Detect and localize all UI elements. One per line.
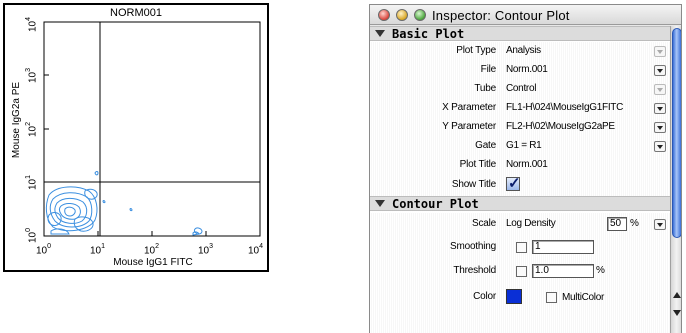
threshold-label: Threshold bbox=[453, 265, 496, 276]
x-parameter-popup[interactable] bbox=[654, 103, 666, 114]
plot-area bbox=[43, 21, 261, 237]
threshold-field[interactable]: 1.0 bbox=[532, 264, 594, 278]
row-y-parameter: Y Parameter FL2-H\02\MouseIgG2aPE bbox=[370, 118, 670, 137]
tube-label: Tube bbox=[474, 83, 496, 94]
x-tick-label-4: 104 bbox=[248, 243, 264, 257]
plot-title-label: Plot Title bbox=[459, 159, 497, 170]
smoothing-checkbox[interactable] bbox=[516, 242, 527, 253]
y-tick-label-1: 101 bbox=[25, 174, 39, 190]
row-show-title: Show Title ✓ bbox=[370, 175, 670, 196]
row-scale: Scale Log Density 50 % bbox=[370, 213, 670, 235]
minimize-window-button[interactable] bbox=[396, 9, 408, 21]
y-tick-label-3: 103 bbox=[25, 67, 39, 83]
scrollbar-thumb[interactable] bbox=[672, 28, 681, 238]
x-tick-label-3: 103 bbox=[198, 243, 214, 257]
section-basic-plot[interactable]: Basic Plot bbox=[370, 26, 670, 41]
disclosure-triangle-icon[interactable] bbox=[375, 30, 385, 37]
x-parameter-label: X Parameter bbox=[442, 102, 496, 113]
y-parameter-popup[interactable] bbox=[654, 122, 666, 133]
multicolor-label: MultiColor bbox=[562, 292, 605, 303]
x-axis-ticks bbox=[43, 231, 261, 236]
row-tube: Tube Control bbox=[370, 80, 670, 99]
contour-lines bbox=[45, 171, 203, 236]
scale-percent-sign: % bbox=[630, 218, 639, 229]
inspector-content: Basic Plot Plot Type Analysis File Norm.… bbox=[370, 26, 670, 333]
x-tick-label-1: 101 bbox=[90, 243, 106, 257]
plot-title-value[interactable]: Norm.001 bbox=[506, 159, 548, 170]
inspector-window: Inspector: Contour Plot Basic Plot Plot … bbox=[369, 4, 682, 333]
plot-axes-box bbox=[43, 21, 261, 237]
x-parameter-value: FL1-H\024\MouseIgG1FITC bbox=[506, 102, 624, 113]
checkmark-icon: ✓ bbox=[508, 175, 521, 192]
window-title: Inspector: Contour Plot bbox=[432, 8, 570, 23]
smoothing-label: Smoothing bbox=[449, 241, 496, 252]
plot-type-value: Analysis bbox=[506, 45, 541, 56]
threshold-percent-sign: % bbox=[596, 265, 605, 276]
show-title-label: Show Title bbox=[451, 179, 496, 190]
scroll-up-arrow-icon[interactable] bbox=[673, 292, 681, 298]
y-parameter-value: FL2-H\02\MouseIgG2aPE bbox=[506, 121, 615, 132]
plot-type-popup[interactable] bbox=[654, 46, 666, 57]
inspector-scrollbar[interactable] bbox=[670, 26, 681, 333]
file-popup[interactable] bbox=[654, 65, 666, 76]
plot-type-label: Plot Type bbox=[456, 45, 496, 56]
tube-value: Control bbox=[506, 83, 537, 94]
row-plot-type: Plot Type Analysis bbox=[370, 42, 670, 61]
row-color: Color MultiColor bbox=[370, 284, 670, 310]
scale-label: Scale bbox=[471, 218, 496, 229]
y-tick-label-4: 104 bbox=[25, 16, 39, 32]
threshold-checkbox[interactable] bbox=[516, 266, 527, 277]
scale-value: Log Density bbox=[506, 218, 556, 229]
row-threshold: Threshold 1.0 % bbox=[370, 260, 670, 284]
y-tick-label-0: 100 bbox=[25, 227, 39, 243]
scale-percent-field[interactable]: 50 bbox=[607, 217, 627, 231]
y-tick-label-2: 102 bbox=[25, 121, 39, 137]
gate-label: Gate bbox=[475, 140, 496, 151]
section-contour-plot[interactable]: Contour Plot bbox=[370, 196, 670, 211]
color-swatch[interactable] bbox=[506, 289, 522, 304]
file-label: File bbox=[480, 64, 497, 75]
show-title-checkbox[interactable]: ✓ bbox=[506, 175, 521, 192]
row-x-parameter: X Parameter FL1-H\024\MouseIgG1FITC bbox=[370, 99, 670, 118]
gate-value: G1 = R1 bbox=[506, 140, 542, 151]
row-file: File Norm.001 bbox=[370, 61, 670, 80]
row-gate: Gate G1 = R1 bbox=[370, 137, 670, 156]
x-tick-label-2: 102 bbox=[144, 243, 160, 257]
color-label: Color bbox=[473, 291, 496, 302]
scroll-down-arrow-icon[interactable] bbox=[673, 310, 681, 316]
disclosure-triangle-icon[interactable] bbox=[375, 200, 385, 207]
gate-popup[interactable] bbox=[654, 141, 666, 152]
row-smoothing: Smoothing 1 bbox=[370, 235, 670, 260]
contour-plot-panel: NORM001 Mouse IgG2a PE Mouse IgG1 FITC 1… bbox=[3, 3, 269, 272]
row-empty bbox=[370, 310, 670, 333]
section-contour-plot-label: Contour Plot bbox=[392, 197, 479, 211]
inspector-titlebar[interactable]: Inspector: Contour Plot bbox=[370, 5, 681, 25]
row-plot-title: Plot Title Norm.001 bbox=[370, 156, 670, 175]
multicolor-checkbox[interactable] bbox=[546, 292, 557, 303]
y-parameter-label: Y Parameter bbox=[442, 121, 496, 132]
smoothing-field[interactable]: 1 bbox=[532, 240, 594, 254]
scale-popup[interactable] bbox=[654, 219, 666, 230]
section-basic-plot-label: Basic Plot bbox=[392, 27, 465, 41]
tube-popup[interactable] bbox=[654, 84, 666, 95]
zoom-window-button[interactable] bbox=[414, 9, 426, 21]
file-value: Norm.001 bbox=[506, 64, 548, 75]
close-window-button[interactable] bbox=[378, 9, 390, 21]
x-tick-label-0: 100 bbox=[36, 243, 52, 257]
